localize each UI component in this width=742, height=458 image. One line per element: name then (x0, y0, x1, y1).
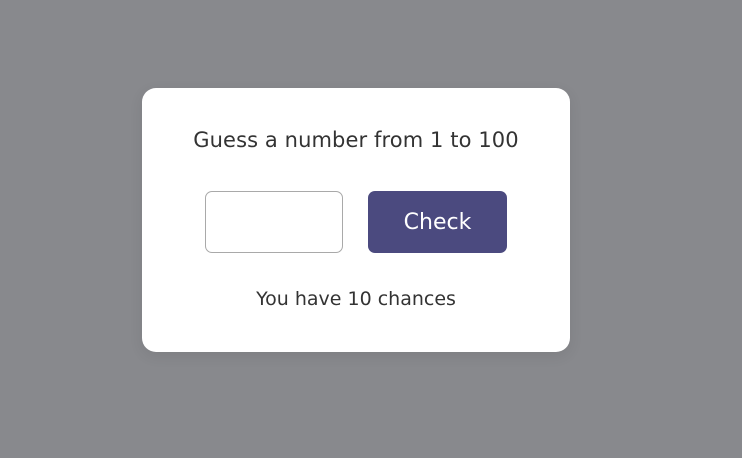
game-card: Guess a number from 1 to 100 Check You h… (142, 88, 570, 352)
page-background: { "colors": { "background": "#88898d", "… (0, 0, 742, 458)
chances-text: You have 10 chances (256, 288, 456, 310)
guess-input[interactable] (205, 191, 343, 253)
prompt-text: Guess a number from 1 to 100 (193, 128, 519, 152)
check-button[interactable]: Check (368, 191, 507, 253)
